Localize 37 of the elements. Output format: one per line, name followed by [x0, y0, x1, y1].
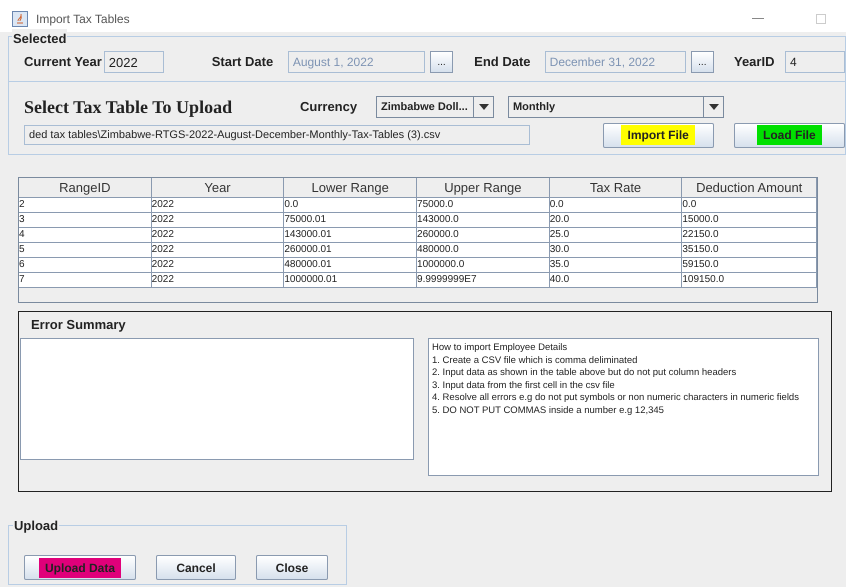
dropdown[interactable]: Zimbabwe Doll...	[376, 96, 494, 118]
table-cell: 109150.0	[682, 273, 818, 288]
action-button[interactable]: Import File	[602, 122, 714, 148]
app-icon	[12, 11, 28, 27]
table-cell: 2022	[152, 273, 284, 288]
date-picker-button[interactable]: ...	[430, 51, 454, 73]
section-heading: Select Tax Table To Upload	[24, 96, 234, 119]
action-button[interactable]: Load File	[734, 122, 845, 148]
action-button[interactable]: Cancel	[156, 555, 236, 580]
instruction-line: 1. Create a CSV file which is comma deliminated	[432, 354, 638, 367]
action-button[interactable]: Close	[256, 555, 328, 580]
instruction-line: 5. DO NOT PUT COMMAS inside a number e.g 12,345	[432, 404, 665, 417]
error-text-area[interactable]	[20, 338, 414, 460]
field-label: YearID	[734, 53, 776, 72]
field-label: End Date	[474, 53, 532, 72]
table-cell: 40.0	[550, 273, 682, 288]
window-title: Import Tax Tables	[36, 11, 130, 28]
instruction-line: 4. Resolve all errors e.g do not put symbols or non numeric characters in numeric fields	[432, 392, 800, 404]
caret-icon	[708, 104, 718, 110]
input-field[interactable]: 4	[785, 51, 845, 73]
table-cell: 1000000.01	[284, 273, 418, 288]
field-label: Current Year	[24, 53, 103, 72]
input-field[interactable]: 2022	[104, 51, 164, 73]
file-path-field[interactable]: ded tax tables\Zimbabwe-RTGS-2022-August-December-Monthly-Tax-Tables (3).csv	[24, 125, 530, 145]
instruction-line: How to import Employee Details	[432, 342, 568, 354]
dropdown[interactable]: Monthly	[508, 96, 724, 118]
table-cell: 9.9999999E7	[417, 273, 550, 288]
table-cell: 7	[19, 273, 152, 288]
date-picker-button[interactable]: ...	[690, 51, 714, 73]
field-label: Currency	[300, 98, 358, 116]
instructions-text-area[interactable]	[428, 338, 819, 476]
field-label: Start Date	[212, 53, 274, 72]
caret-icon	[478, 104, 488, 110]
minimize-icon[interactable]	[752, 18, 764, 20]
instruction-line: 3. Input data from the first cell in the csv file	[432, 380, 616, 392]
instruction-line: 2. Input data as shown in the table above but do not put column headers	[432, 367, 738, 380]
panel-title: Error Summary	[31, 316, 126, 334]
